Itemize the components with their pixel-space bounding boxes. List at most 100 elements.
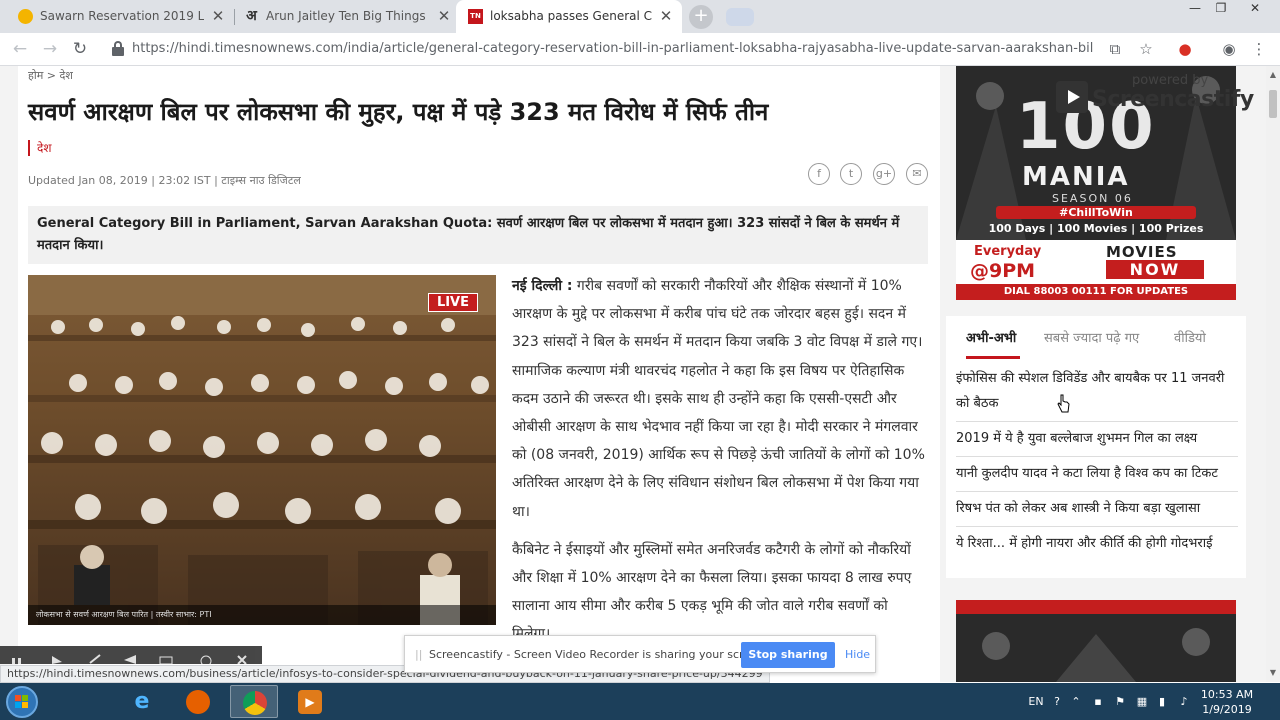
lock-icon (111, 41, 125, 57)
screencastify-watermark: powered by Screencastify (1052, 69, 1254, 121)
new-tab-button[interactable]: + (689, 5, 713, 29)
list-item[interactable]: 2019 में ये है युवा बल्लेबाज शुभमन गिल क… (956, 422, 1238, 457)
list-item[interactable]: इंफोसिस की स्पेशल डिविडेंड और बायबैक पर … (956, 362, 1238, 422)
windows-logo-icon (15, 695, 29, 709)
network-icon[interactable]: ▦ (1134, 683, 1150, 720)
list-item[interactable]: यानी कुलदीप यादव ने कटा लिया है विश्व कप… (956, 457, 1238, 492)
signal-icon[interactable]: ▮ (1154, 683, 1170, 720)
advertisement-bottom[interactable] (956, 600, 1236, 682)
internet-explorer-icon: e (134, 689, 150, 714)
ad-time: @9PM (970, 260, 1036, 282)
volume-icon[interactable]: ♪ (1176, 683, 1192, 720)
tab-title: Arun Jaitley Ten Big Things In Th (266, 9, 430, 23)
section-tag[interactable]: देश (28, 140, 52, 156)
media-player-taskbar[interactable]: ▶ (286, 685, 334, 718)
ad-hashtag: #ChillToWin (996, 206, 1196, 219)
drag-handle-icon[interactable]: || (415, 648, 422, 661)
article-body: नई दिल्ली : गरीब सवर्णों को सरकारी नौकरि… (512, 272, 928, 659)
system-clock[interactable]: 10:53 AM 1/9/2019 (1198, 687, 1256, 717)
ad-dial: DIAL 88003 00111 FOR UPDATES (956, 284, 1236, 300)
screen-sharing-banner: || Screencastify - Screen Video Recorder… (404, 635, 876, 673)
screencastify-extension-icon[interactable]: ● (1174, 33, 1196, 65)
tab-arun-jaitley[interactable]: अ Arun Jaitley Ten Big Things In Th ✕ (232, 0, 460, 33)
menu-dots-icon[interactable]: ⋮ (1248, 33, 1270, 65)
language-indicator[interactable]: EN (1026, 683, 1046, 720)
firefox-taskbar[interactable] (174, 685, 222, 718)
dateline: नई दिल्ली : (512, 278, 573, 294)
chrome-taskbar[interactable] (230, 685, 278, 718)
back-arrow-icon[interactable]: ← (6, 33, 34, 65)
chrome-icon (243, 691, 267, 715)
tab-most-read[interactable]: सबसे ज्यादा पढ़े गए (1044, 328, 1139, 346)
tab-abhi-abhi[interactable]: अभी-अभी (966, 328, 1016, 346)
bookmark-star-icon[interactable]: ☆ (1135, 33, 1157, 65)
parliament-photo (28, 275, 496, 625)
tab-strip: Sawarn Reservation 2019 Live De ✕ अ Arun… (0, 0, 1280, 33)
internet-explorer-taskbar[interactable]: e (118, 685, 166, 718)
reload-icon[interactable]: ↻ (66, 33, 94, 65)
tab-loksabha-passes[interactable]: TN loksabha passes General Catego ✕ (456, 0, 682, 33)
breadcrumb[interactable]: होम > देश (28, 68, 73, 83)
profile-blob-icon (726, 8, 754, 26)
tab-video[interactable]: वीडियो (1174, 328, 1206, 346)
tn-logo-icon: TN (468, 9, 483, 24)
ad-title: MANIA (1022, 162, 1130, 192)
live-badge: LIVE (427, 293, 478, 312)
email-share-icon[interactable]: ✉ (906, 163, 928, 185)
tray-expand-icon[interactable]: ⌃ (1068, 683, 1084, 720)
page-scrollbar[interactable]: ▲ ▼ (1266, 66, 1280, 682)
list-item[interactable]: रिषभ पंत को लेकर अब शास्त्री ने किया बड़… (956, 492, 1238, 527)
media-player-icon: ▶ (298, 690, 322, 714)
paragraph-1-text: गरीब सवर्णों को सरकारी नौकरियों और शैक्ष… (512, 278, 925, 520)
hindi-letter-icon: अ (246, 8, 257, 24)
scroll-up-icon[interactable]: ▲ (1266, 68, 1280, 82)
scroll-thumb[interactable] (1269, 90, 1277, 118)
ad-bottom-art (956, 600, 1236, 682)
article: होम > देश सवर्ण आरक्षण बिल पर लोकसभा की … (18, 66, 940, 682)
restore-button[interactable]: ❐ (1204, 0, 1238, 18)
facebook-share-icon[interactable]: f (808, 163, 830, 185)
profile-icon[interactable]: ◉ (1218, 33, 1240, 65)
twitter-share-icon[interactable]: t (840, 163, 862, 185)
page-title: सवर्ण आरक्षण बिल पर लोकसभा की मुहर, पक्ष… (28, 98, 769, 126)
news-widget: अभी-अभी सबसे ज्यादा पढ़े गए वीडियो इंफोस… (946, 316, 1246, 578)
hand-cursor-icon (1057, 394, 1070, 413)
byline: Updated Jan 08, 2019 | 23:02 IST | टाइम्… (28, 174, 301, 187)
firefox-icon (186, 690, 210, 714)
right-sidebar: 100 MANIA SEASON 06 #ChillToWin 100 Days… (946, 66, 1246, 682)
photo-caption: लोकसभा से सवर्ण आरक्षण बिल पारित | तस्वी… (28, 605, 496, 625)
forward-arrow-icon[interactable]: → (36, 33, 64, 65)
translate-icon[interactable]: ⧉ (1104, 33, 1126, 65)
list-item[interactable]: ये रिश्ता... में होगी नायरा और कीर्ति की… (956, 527, 1238, 561)
tab-title: Sawarn Reservation 2019 Live De (40, 9, 204, 23)
tab-sawarn-reservation[interactable]: Sawarn Reservation 2019 Live De ✕ (6, 0, 234, 33)
scroll-down-icon[interactable]: ▼ (1266, 666, 1280, 680)
close-icon[interactable]: ✕ (658, 0, 674, 33)
window-close-button[interactable]: ✕ (1238, 0, 1272, 18)
close-icon[interactable]: ✕ (436, 0, 452, 33)
recording-controls[interactable] (0, 646, 262, 667)
article-photo: LIVE लोकसभा से सवर्ण आरक्षण बिल पारित | … (28, 275, 496, 625)
active-tab-underline (966, 356, 1020, 359)
sharing-message: Screencastify - Screen Video Recorder is… (429, 648, 768, 661)
browser-toolbar: ← → ↻ https://hindi.timesnownews.com/ind… (0, 33, 1280, 66)
recording-tool-icons (12, 654, 247, 667)
tab-title: loksabha passes General Catego (490, 9, 652, 23)
ad-everyday: Everyday (974, 244, 1042, 259)
google-plus-share-icon[interactable]: g+ (873, 163, 895, 185)
watermark-line2: Screencastify (1092, 87, 1254, 112)
address-bar[interactable]: https://hindi.timesnownews.com/india/art… (132, 33, 1094, 65)
help-icon[interactable]: ? (1048, 683, 1066, 720)
paragraph-1: नई दिल्ली : गरीब सवर्णों को सरकारी नौकरि… (512, 272, 928, 526)
hide-button[interactable]: Hide (845, 636, 870, 674)
close-icon[interactable]: ✕ (210, 0, 226, 33)
news-list: इंफोसिस की स्पेशल डिविडेंड और बायबैक पर … (956, 362, 1238, 561)
ad-brand-now: NOW (1106, 260, 1204, 279)
windows-taskbar: e ▶ EN ? ⌃ ▪ ⚑ ▦ ▮ ♪ 10:53 AM 1/9/2019 (0, 683, 1280, 720)
stop-sharing-button[interactable]: Stop sharing (741, 642, 835, 668)
flag-icon[interactable]: ⚑ (1112, 683, 1128, 720)
circle-yellow-icon (18, 9, 33, 24)
start-button[interactable] (6, 686, 38, 718)
ad-tagline: 100 Days | 100 Movies | 100 Prizes (988, 222, 1204, 235)
tray-app-icon[interactable]: ▪ (1090, 683, 1106, 720)
